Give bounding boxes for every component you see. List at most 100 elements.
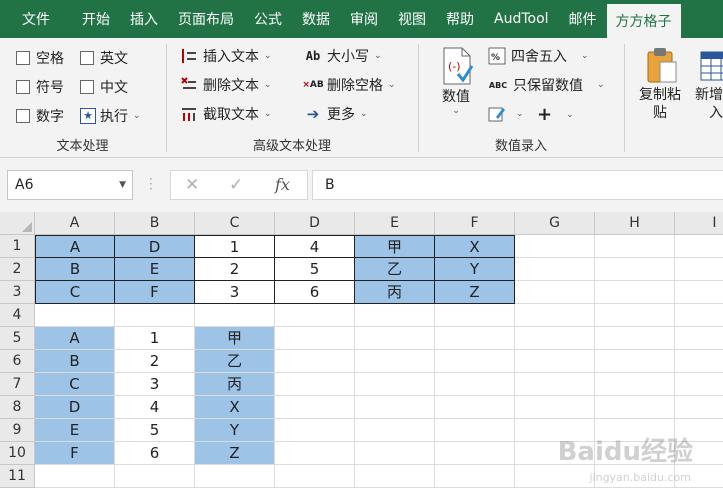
cell-c6[interactable]: 乙 <box>195 350 275 373</box>
menu-formulas[interactable]: 公式 <box>244 0 292 38</box>
menu-audtool[interactable]: AudTool <box>484 0 559 38</box>
cell-e9[interactable] <box>355 419 435 442</box>
cell-c8[interactable]: X <box>195 396 275 419</box>
cell-h7[interactable] <box>595 373 675 396</box>
row-header-5[interactable]: 5 <box>0 327 35 350</box>
cell-i6[interactable] <box>675 350 723 373</box>
cell-d1[interactable]: 4 <box>275 235 355 258</box>
cell-a8[interactable]: D <box>35 396 115 419</box>
cell-c7[interactable]: 丙 <box>195 373 275 396</box>
cell-b1[interactable]: D <box>115 235 195 258</box>
cell-b2[interactable]: E <box>115 258 195 281</box>
edit-button[interactable]: ⌄ <box>487 104 524 124</box>
checkbox-space[interactable]: 空格 <box>16 48 64 68</box>
cell-d3[interactable]: 6 <box>275 281 355 304</box>
cell-d5[interactable] <box>275 327 355 350</box>
cell-h2[interactable] <box>595 258 675 281</box>
cell-b7[interactable]: 3 <box>115 373 195 396</box>
checkbox-english[interactable]: 英文 <box>80 48 128 68</box>
column-header-i[interactable]: I <box>675 212 723 235</box>
cell-d2[interactable]: 5 <box>275 258 355 281</box>
cell-d8[interactable] <box>275 396 355 419</box>
cell-e7[interactable] <box>355 373 435 396</box>
cell-f6[interactable] <box>435 350 515 373</box>
new-insert-button[interactable]: 新增插 入 <box>689 46 723 122</box>
name-box[interactable]: A6 ▼ <box>7 170 133 200</box>
cell-a4[interactable] <box>35 304 115 327</box>
cell-i2[interactable] <box>675 258 723 281</box>
insert-function-icon[interactable]: fx <box>275 175 290 194</box>
cell-d11[interactable] <box>275 465 355 488</box>
row-header-3[interactable]: 3 <box>0 281 35 304</box>
row-header-4[interactable]: 4 <box>0 304 35 327</box>
cell-d7[interactable] <box>275 373 355 396</box>
cell-d4[interactable] <box>275 304 355 327</box>
numeric-value-button[interactable]: (-) 数值 ⌄ <box>433 46 479 116</box>
case-button[interactable]: Ab 大小写 ⌄ <box>303 46 382 66</box>
menu-page-layout[interactable]: 页面布局 <box>168 0 244 38</box>
cell-h8[interactable] <box>595 396 675 419</box>
checkbox-symbol[interactable]: 符号 <box>16 77 64 97</box>
checkbox-chinese[interactable]: 中文 <box>80 77 128 97</box>
cell-g7[interactable] <box>515 373 595 396</box>
cell-g4[interactable] <box>515 304 595 327</box>
cell-b9[interactable]: 5 <box>115 419 195 442</box>
cell-g2[interactable] <box>515 258 595 281</box>
cell-c1[interactable]: 1 <box>195 235 275 258</box>
row-header-7[interactable]: 7 <box>0 373 35 396</box>
cell-a3[interactable]: C <box>35 281 115 304</box>
confirm-icon[interactable]: ✓ <box>229 175 243 195</box>
cell-b10[interactable]: 6 <box>115 442 195 465</box>
cell-e11[interactable] <box>355 465 435 488</box>
cell-e5[interactable] <box>355 327 435 350</box>
cell-e8[interactable] <box>355 396 435 419</box>
cell-a2[interactable]: B <box>35 258 115 281</box>
menu-review[interactable]: 审阅 <box>340 0 388 38</box>
plus-button[interactable]: + ⌄ <box>537 104 574 125</box>
checkbox-box[interactable] <box>80 80 94 94</box>
cell-b3[interactable]: F <box>115 281 195 304</box>
row-header-11[interactable]: 11 <box>0 465 35 488</box>
cancel-icon[interactable]: ✕ <box>185 175 199 195</box>
cell-d9[interactable] <box>275 419 355 442</box>
cell-a11[interactable] <box>35 465 115 488</box>
checkbox-box[interactable] <box>16 51 30 65</box>
cell-c5[interactable]: 甲 <box>195 327 275 350</box>
cell-b8[interactable]: 4 <box>115 396 195 419</box>
cell-d6[interactable] <box>275 350 355 373</box>
cell-g11[interactable] <box>515 465 595 488</box>
cell-i1[interactable] <box>675 235 723 258</box>
menu-data[interactable]: 数据 <box>292 0 340 38</box>
cell-b6[interactable]: 2 <box>115 350 195 373</box>
row-header-10[interactable]: 10 <box>0 442 35 465</box>
cell-g3[interactable] <box>515 281 595 304</box>
cell-e10[interactable] <box>355 442 435 465</box>
cell-f11[interactable] <box>435 465 515 488</box>
cell-f2[interactable]: Y <box>435 258 515 281</box>
cell-a1[interactable]: A <box>35 235 115 258</box>
cell-g1[interactable] <box>515 235 595 258</box>
select-all-corner[interactable] <box>0 212 35 235</box>
cell-a10[interactable]: F <box>35 442 115 465</box>
cell-i5[interactable] <box>675 327 723 350</box>
column-header-h[interactable]: H <box>595 212 675 235</box>
cell-h4[interactable] <box>595 304 675 327</box>
row-header-6[interactable]: 6 <box>0 350 35 373</box>
cell-a5[interactable]: A <box>35 327 115 350</box>
cell-e4[interactable] <box>355 304 435 327</box>
menu-insert[interactable]: 插入 <box>120 0 168 38</box>
cell-f3[interactable]: Z <box>435 281 515 304</box>
cell-a9[interactable]: E <box>35 419 115 442</box>
menu-mail[interactable]: 邮件 <box>559 0 607 38</box>
row-header-2[interactable]: 2 <box>0 258 35 281</box>
column-header-c[interactable]: C <box>195 212 275 235</box>
cell-g5[interactable] <box>515 327 595 350</box>
cell-a6[interactable]: B <box>35 350 115 373</box>
formula-input[interactable]: B <box>312 170 723 200</box>
cell-c3[interactable]: 3 <box>195 281 275 304</box>
cell-h5[interactable] <box>595 327 675 350</box>
cell-i7[interactable] <box>675 373 723 396</box>
drag-handle-icon[interactable]: · · · <box>149 173 153 195</box>
checkbox-box[interactable] <box>16 109 30 123</box>
cell-f1[interactable]: X <box>435 235 515 258</box>
